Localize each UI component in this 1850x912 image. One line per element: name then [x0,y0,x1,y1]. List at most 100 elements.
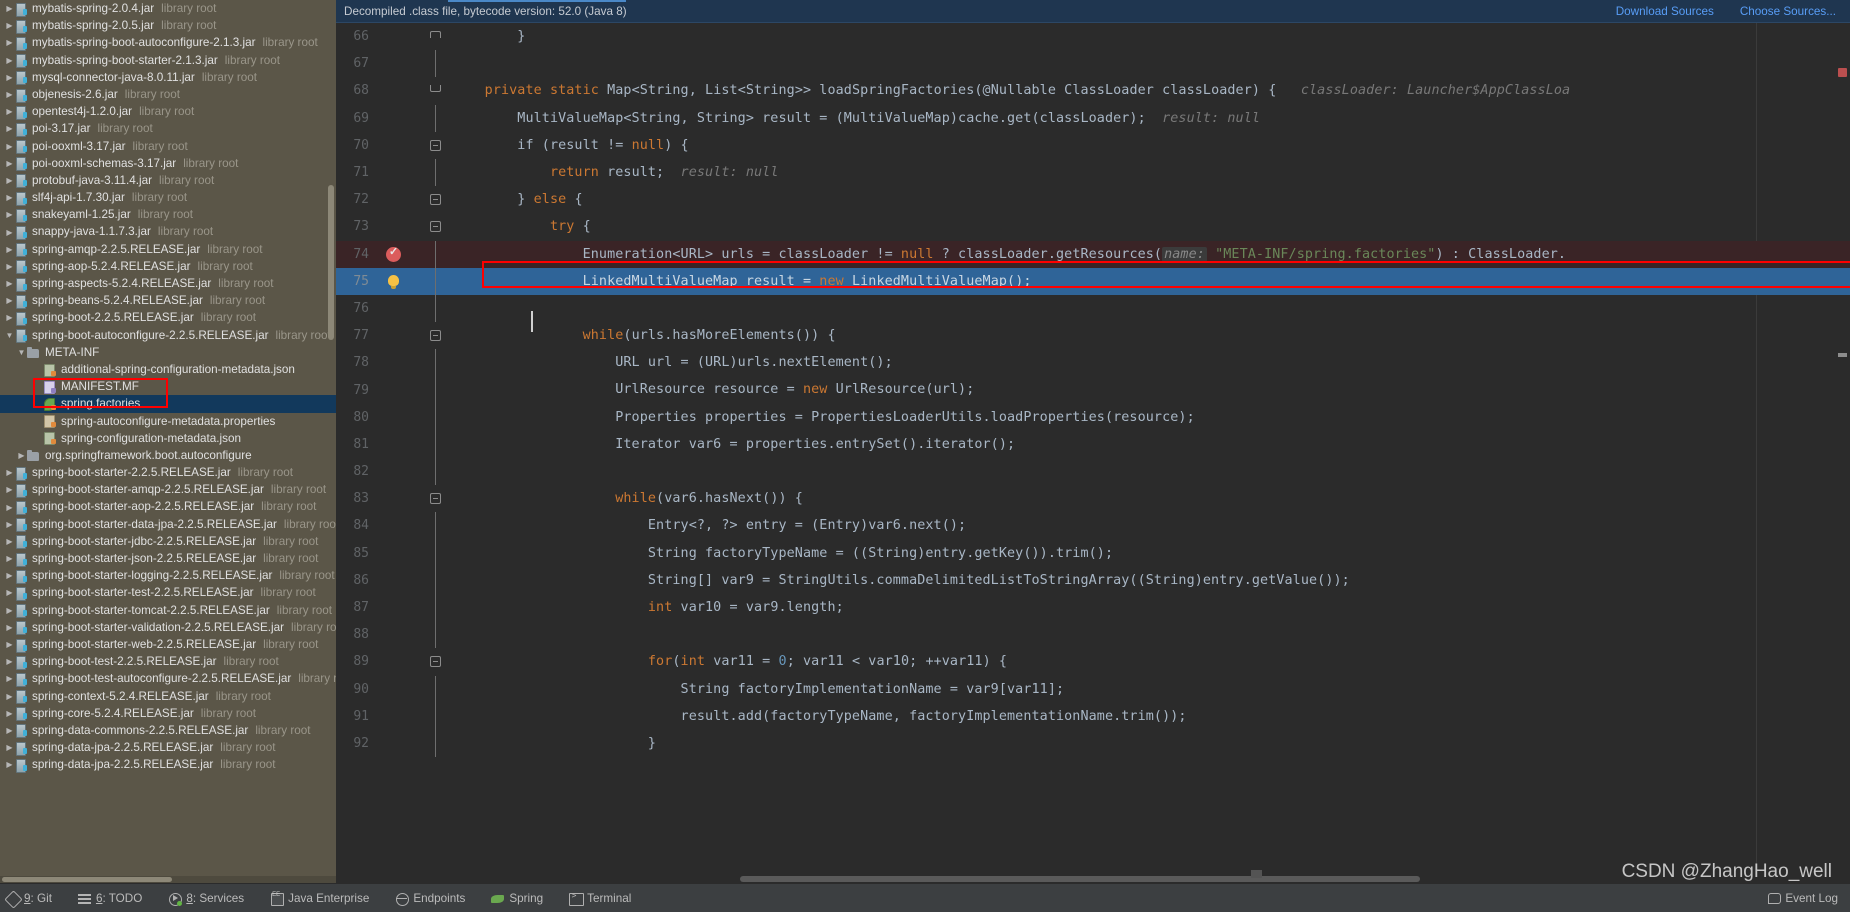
chevron-right-icon[interactable]: ▶ [4,550,15,567]
tool-window-buttons[interactable]: 9: Git 6: TODO 8: Services Java Enterprise E… [0,891,657,906]
code-line[interactable]: 82 [336,458,1850,486]
status-bar-button[interactable]: Endpoints [395,892,465,906]
chevron-right-icon[interactable]: ▶ [4,0,15,17]
chevron-right-icon[interactable]: ▶ [4,189,15,206]
editor-horizontal-scrollbar[interactable] [336,874,1850,883]
code-line[interactable]: 74 Enumeration<URL> urls = classLoader !… [336,240,1850,268]
gutter-icon-area[interactable] [376,621,416,648]
fold-gutter[interactable] [416,458,452,486]
code-line[interactable]: 69 MultiValueMap<String, String> result … [336,104,1850,132]
gutter-icon-area[interactable] [376,540,416,567]
chevron-right-icon[interactable]: ▶ [4,241,15,258]
tree-row[interactable]: ▶ spring-context-5.2.4.RELEASE.jar library… [0,688,336,705]
code-line[interactable]: 67 [336,50,1850,78]
error-stripe-marker[interactable] [1838,68,1847,77]
fold-gutter[interactable] [416,648,452,675]
code-line[interactable]: 70 if (result != null) { [336,132,1850,159]
gutter-icon-area[interactable] [376,77,416,104]
code-line[interactable]: 77 while(urls.hasMoreElements()) { [336,322,1850,349]
tree-row[interactable]: ▶ spring-boot-starter-jdbc-2.2.5.RELEASE.… [0,533,336,550]
tree-row[interactable]: ▶ spring-boot-starter-logging-2.2.5.RELEA… [0,567,336,584]
fold-gutter[interactable] [416,430,452,458]
code-line[interactable]: 92 } [336,729,1850,758]
chevron-right-icon[interactable]: ▶ [4,155,15,172]
fold-gutter[interactable] [416,349,452,377]
chevron-right-icon[interactable]: ▶ [4,705,15,722]
fold-collapse-icon[interactable] [430,221,441,233]
code-line[interactable]: 85 String factoryTypeName = ((String)ent… [336,539,1850,567]
code-line[interactable]: 71 return result; result: null [336,158,1850,187]
chevron-right-icon[interactable]: ▶ [32,395,43,412]
fold-collapse-icon[interactable] [430,194,441,206]
chevron-right-icon[interactable]: ▶ [4,103,15,120]
code-line[interactable]: 78 URL url = (URL)urls.nextElement(); [336,349,1850,377]
fold-gutter[interactable] [416,267,452,295]
gutter-icon-area[interactable] [376,213,416,240]
gutter-icon-area[interactable] [376,458,416,485]
fold-gutter[interactable] [416,158,452,187]
tree-row[interactable]: ▶ spring-aop-5.2.4.RELEASE.jar library roo… [0,258,336,275]
gutter-icon-area[interactable] [376,241,416,268]
chevron-right-icon[interactable]: ▶ [32,430,43,447]
code-line[interactable]: 90 String factoryImplementationName = va… [336,675,1850,703]
chevron-right-icon[interactable]: ▶ [4,34,15,51]
fold-gutter[interactable] [416,213,452,240]
code-line[interactable]: 72 } else { [336,186,1850,213]
chevron-right-icon[interactable]: ▶ [4,309,15,326]
gutter-icon-area[interactable] [376,105,416,132]
fold-start-icon[interactable] [430,85,441,93]
project-tree-panel[interactable]: ▶ mybatis-spring-2.0.4.jar library root ▶ my… [0,0,336,883]
chevron-right-icon[interactable]: ▶ [32,361,43,378]
chevron-right-icon[interactable]: ▶ [4,258,15,275]
fold-collapse-icon[interactable] [430,139,441,151]
chevron-right-icon[interactable]: ▶ [4,120,15,137]
tree-row[interactable]: ▶ poi-ooxml-3.17.jar library root [0,138,336,155]
chevron-right-icon[interactable]: ▶ [4,688,15,705]
gutter-icon-area[interactable] [376,512,416,539]
tree-row[interactable]: ▼ META-INF [0,344,336,361]
tree-row[interactable]: ▶ spring-beans-5.2.4.RELEASE.jar library r… [0,292,336,309]
status-bar-button[interactable]: Terminal [569,891,631,906]
gutter-icon-area[interactable] [376,376,416,403]
chevron-right-icon[interactable]: ▶ [4,138,15,155]
fold-gutter[interactable] [416,376,452,404]
gutter-icon-area[interactable] [376,431,416,458]
chevron-right-icon[interactable]: ▶ [4,206,15,223]
tree-row[interactable]: ▶ spring-boot-starter-web-2.2.5.RELEASE.j… [0,636,336,653]
chevron-right-icon[interactable]: ▶ [4,739,15,756]
chevron-right-icon[interactable]: ▶ [32,378,43,395]
gutter-icon-area[interactable] [376,295,416,322]
status-bar-button[interactable]: 6: TODO [77,892,142,905]
tree-row[interactable]: ▶ spring-boot-starter-json-2.2.5.RELEASE.… [0,550,336,567]
code-line[interactable]: 73 try { [336,213,1850,240]
tree-row[interactable]: ▶ spring-boot-starter-aop-2.2.5.RELEASE.j… [0,498,336,516]
fold-gutter[interactable] [416,566,452,594]
chevron-right-icon[interactable]: ▶ [4,275,15,292]
gutter-icon-area[interactable] [376,322,416,349]
tree-row[interactable]: ▶ spring-boot-starter-test-2.2.5.RELEASE.… [0,584,336,601]
tree-row[interactable]: ▶ spring-data-commons-2.2.5.RELEASE.jar li… [0,722,336,739]
chevron-right-icon[interactable]: ▶ [4,52,15,69]
gutter-icon-area[interactable] [376,703,416,730]
gutter-icon-area[interactable] [376,186,416,213]
chevron-down-icon[interactable]: ▼ [4,327,15,344]
tree-row[interactable]: ▶ org.springframework.boot.autoconfigure [0,447,336,464]
chevron-down-icon[interactable]: ▼ [16,344,27,361]
gutter-icon-area[interactable] [376,159,416,186]
tree-row[interactable]: ▶ spring-boot-starter-tomcat-2.2.5.RELEAS… [0,602,336,619]
project-tree-list[interactable]: ▶ mybatis-spring-2.0.4.jar library root ▶ my… [0,0,336,773]
tree-row[interactable]: ▶ spring-boot-starter-amqp-2.2.5.RELEASE.… [0,481,336,498]
tree-row[interactable]: ▶ poi-ooxml-schemas-3.17.jar library root [0,155,336,172]
code-lines[interactable]: 66 } 67 68 private static Map<String, List… [336,23,1850,758]
chevron-right-icon[interactable]: ▶ [4,619,15,636]
fold-gutter[interactable] [416,50,452,78]
tree-row[interactable]: ▶ spring-boot-starter-data-jpa-2.2.5.RELE… [0,516,336,533]
fold-gutter[interactable] [416,621,452,649]
tree-row[interactable]: ▶ spring-boot-test-autoconfigure-2.2.5.RE… [0,670,336,687]
fold-gutter[interactable] [416,539,452,567]
tree-row[interactable]: ▶ spring-boot-starter-2.2.5.RELEASE.jar li… [0,464,336,481]
tree-row[interactable]: ▶ slf4j-api-1.7.30.jar library root [0,189,336,206]
chevron-right-icon[interactable]: ▶ [4,722,15,739]
status-bar-button[interactable]: Spring [491,892,543,905]
gutter-icon-area[interactable] [376,349,416,376]
